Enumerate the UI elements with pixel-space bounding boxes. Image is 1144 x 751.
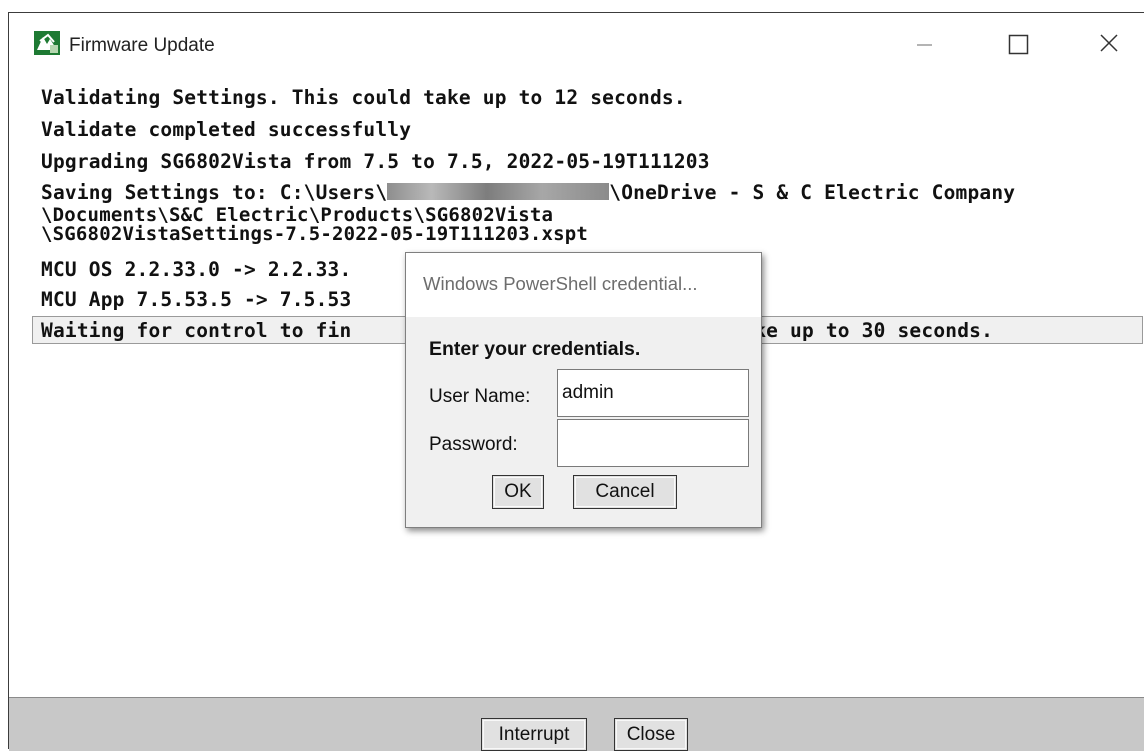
close-window-button[interactable] — [1089, 25, 1129, 61]
log-line: Upgrading SG6802Vista from 7.5 to 7.5, 2… — [41, 150, 710, 173]
ok-button[interactable]: OK — [492, 475, 544, 509]
password-input[interactable] — [557, 419, 749, 467]
app-logo-icon — [34, 31, 60, 55]
log-line: \SG6802VistaSettings-7.5-2022-05-19T1112… — [41, 223, 589, 245]
username-input[interactable] — [557, 369, 749, 417]
dialog-title-bar[interactable]: Windows PowerShell credential... — [406, 253, 761, 317]
close-icon — [1100, 34, 1118, 52]
dialog-title: Windows PowerShell credential... — [423, 273, 698, 294]
log-line: \Documents\S&C Electric\Products\SG6802V… — [41, 204, 554, 226]
title-bar[interactable]: Firmware Update — [9, 13, 1144, 73]
log-text: Saving Settings to: C:\Users\ — [41, 181, 388, 204]
password-label: Password: — [429, 434, 518, 455]
username-label: User Name: — [429, 386, 531, 407]
minimize-button[interactable] — [904, 25, 944, 61]
log-line: Validate completed successfully — [41, 118, 412, 141]
interrupt-button[interactable]: Interrupt — [481, 718, 587, 751]
window-title: Firmware Update — [69, 35, 215, 56]
credentials-prompt: Enter your credentials. — [429, 338, 641, 360]
log-line: MCU App 7.5.53.5 -> 7.5.53 — [41, 288, 352, 311]
log-text: Waiting for control to fin — [41, 319, 352, 342]
log-line: Saving Settings to: C:\Users\ \OneDrive -… — [41, 181, 1015, 204]
log-line: Validating Settings. This could take up … — [41, 86, 686, 109]
redacted-username — [387, 183, 610, 200]
footer-bar: Interrupt Close — [9, 697, 1144, 751]
credential-dialog: Windows PowerShell credential... Enter y… — [405, 252, 762, 528]
minimize-icon — [917, 44, 932, 46]
log-line: MCU OS 2.2.33.0 -> 2.2.33. — [41, 258, 352, 281]
maximize-icon — [1008, 34, 1029, 55]
close-button[interactable]: Close — [614, 718, 688, 751]
log-text: \OneDrive - S & C Electric Company — [609, 181, 1016, 204]
maximize-button[interactable] — [999, 25, 1039, 61]
cancel-button[interactable]: Cancel — [573, 475, 677, 509]
